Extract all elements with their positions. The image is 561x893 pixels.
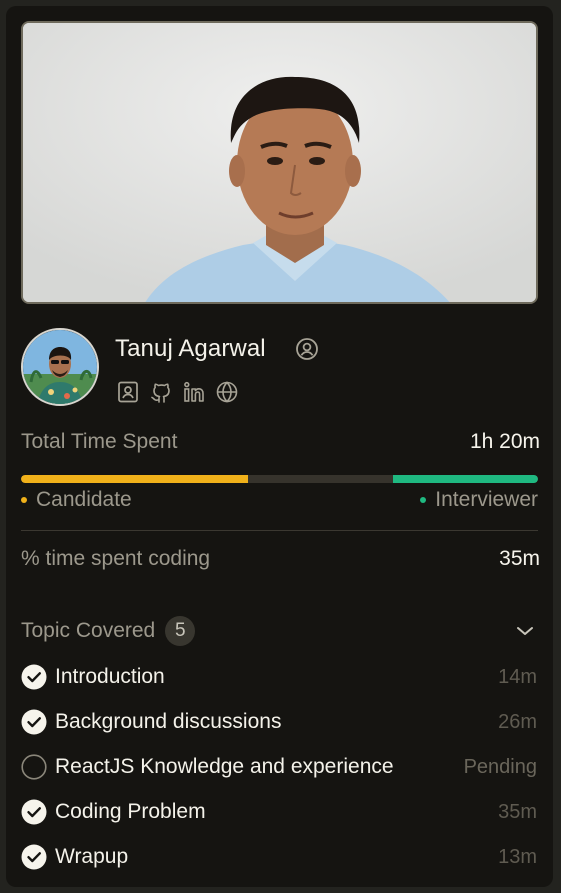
candidate-legend: Candidate: [21, 488, 132, 512]
coding-time-label: % time spent coding: [21, 547, 211, 570]
candidate-legend-dot: [21, 497, 27, 503]
topic-duration: Pending: [463, 755, 537, 778]
linkedin-icon[interactable]: [182, 380, 206, 404]
globe-icon[interactable]: [215, 380, 239, 404]
topic-duration: 35m: [498, 800, 537, 823]
check-circle-icon: [21, 844, 47, 870]
interviewer-legend-dot: [420, 497, 427, 503]
topic-title: Background discussions: [55, 710, 282, 733]
total-time-label: Total Time Spent: [21, 430, 178, 453]
candidate-avatar[interactable]: [21, 328, 99, 406]
id-card-icon[interactable]: [116, 380, 140, 404]
interviewer-legend-label: Interviewer: [435, 488, 538, 511]
candidate-name: Tanuj Agarwal: [115, 335, 266, 362]
check-circle-icon: [21, 664, 47, 690]
topics-count-badge: 5: [165, 616, 196, 646]
section-divider: [21, 530, 538, 531]
topic-item[interactable]: ReactJS Knowledge and experience Pending: [21, 753, 537, 781]
topic-duration: 26m: [498, 710, 537, 733]
user-circle-icon[interactable]: [295, 337, 319, 361]
check-circle-icon: [21, 709, 47, 735]
topic-item[interactable]: Coding Problem 35m: [21, 798, 537, 826]
topic-duration: 13m: [498, 845, 537, 868]
interviewer-time-segment: [393, 475, 538, 483]
github-icon[interactable]: [149, 380, 173, 404]
interviewer-legend: Interviewer: [420, 488, 538, 512]
coding-time-value: 35m: [499, 547, 540, 570]
time-split-bar: [21, 475, 538, 483]
topic-title: ReactJS Knowledge and experience: [55, 755, 394, 778]
topic-item[interactable]: Wrapup 13m: [21, 843, 537, 871]
total-time-row: Total Time Spent 1h 20m: [21, 430, 540, 454]
chevron-down-icon[interactable]: [515, 624, 535, 638]
candidate-legend-label: Candidate: [36, 488, 132, 511]
social-links: [116, 380, 239, 406]
topics-label: Topic Covered: [21, 619, 156, 642]
candidate-time-segment: [21, 475, 249, 483]
candidate-avatar-image: [23, 330, 97, 404]
check-circle-icon: [21, 799, 47, 825]
coding-time-row: % time spent coding 35m: [21, 547, 540, 571]
topic-title: Wrapup: [55, 845, 129, 868]
topic-item[interactable]: Introduction 14m: [21, 663, 537, 691]
total-time-value: 1h 20m: [469, 430, 540, 453]
pending-circle-icon: [21, 754, 47, 780]
candidate-video-frame: [23, 23, 536, 302]
topics-header[interactable]: Topic Covered 5: [21, 616, 196, 646]
topic-title: Introduction: [55, 665, 165, 688]
candidate-video[interactable]: [21, 21, 538, 304]
topic-title: Coding Problem: [55, 800, 206, 823]
topic-item[interactable]: Background discussions 26m: [21, 708, 537, 736]
topic-duration: 14m: [498, 665, 537, 688]
